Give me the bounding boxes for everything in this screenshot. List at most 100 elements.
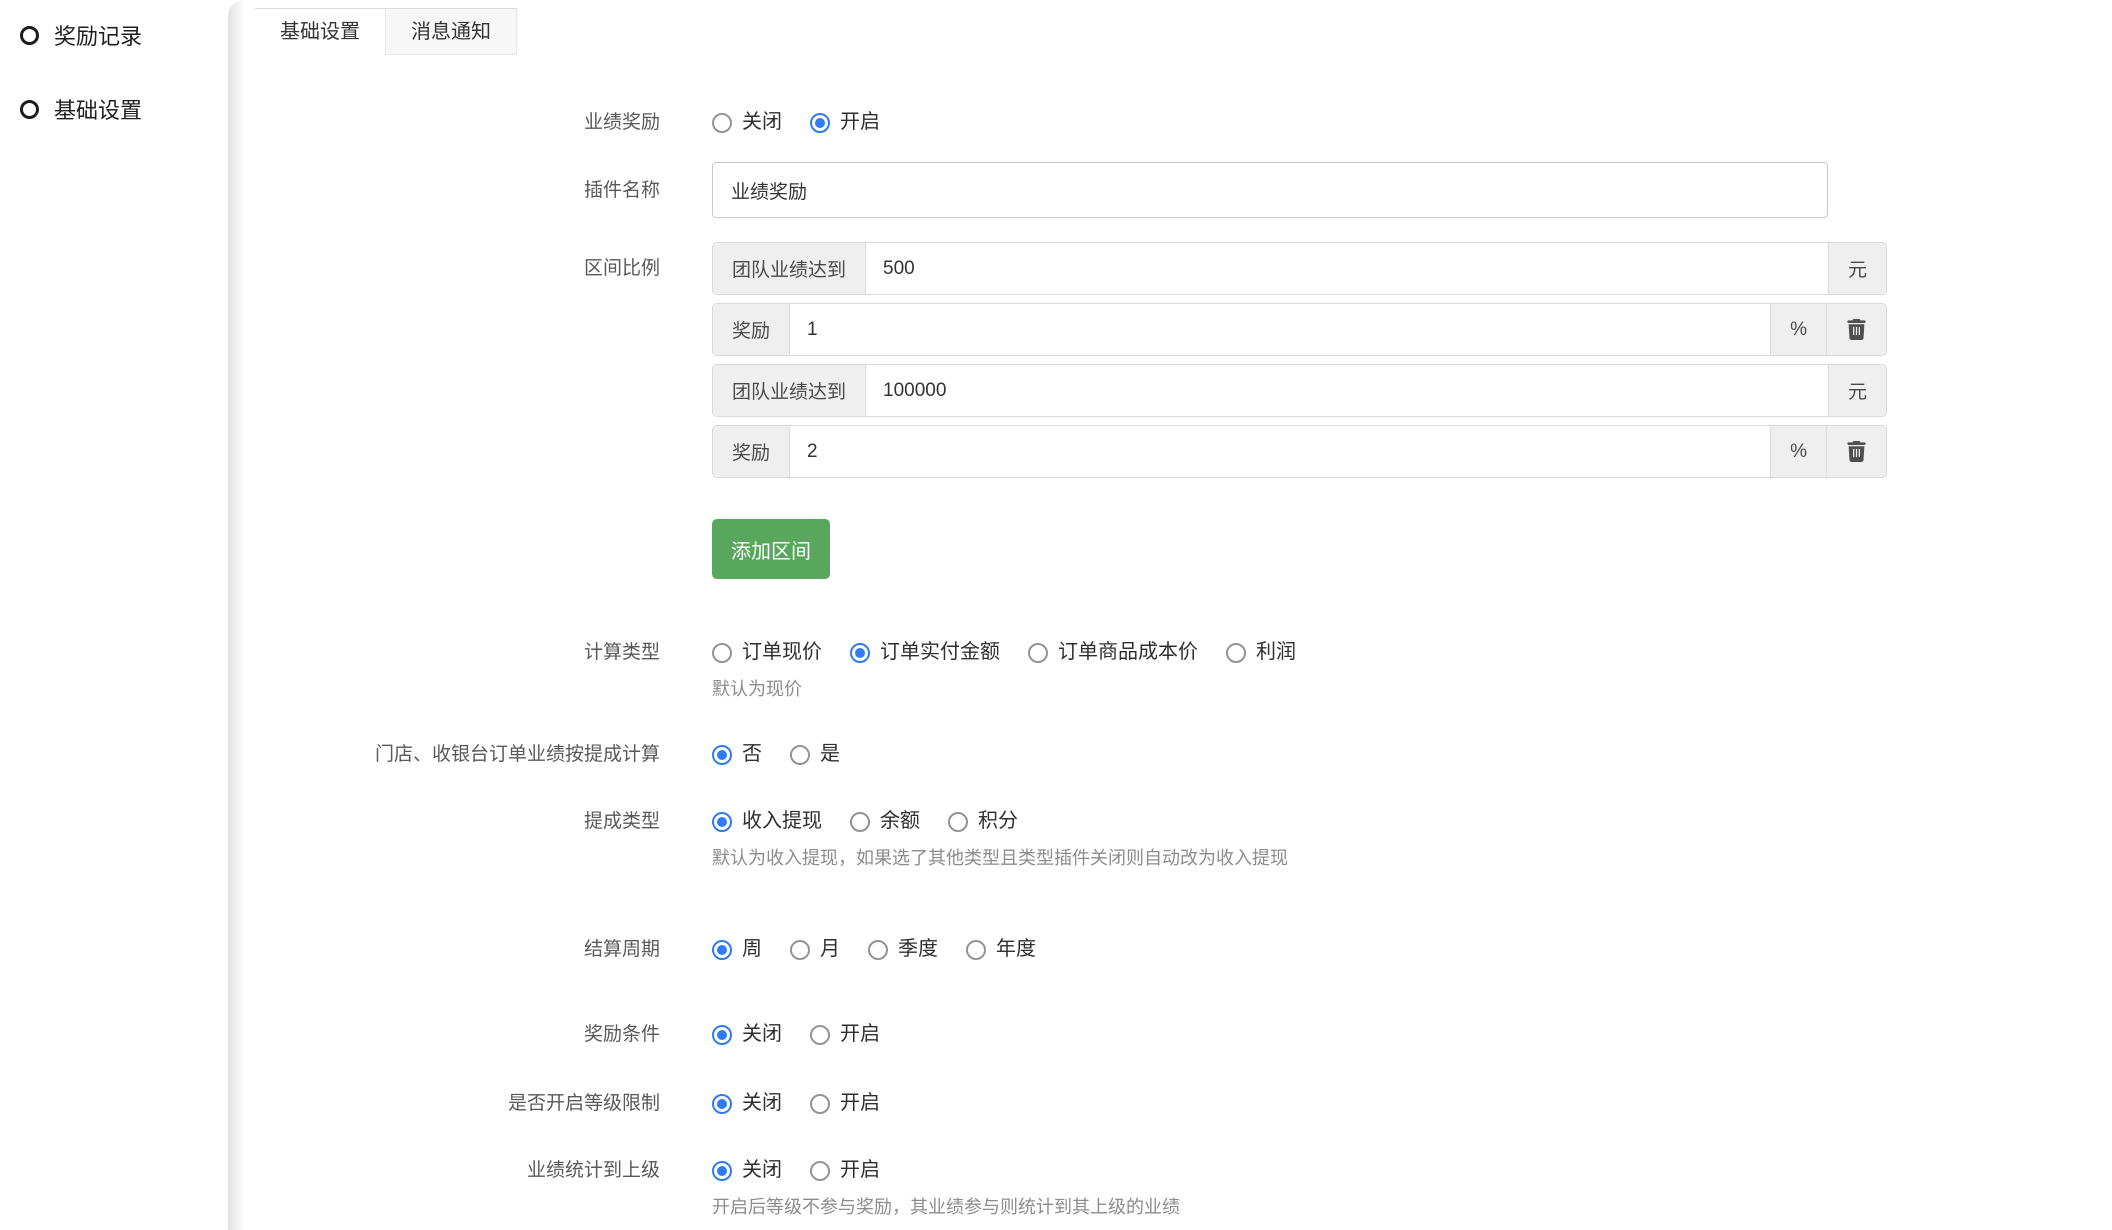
- radio-icon: [966, 940, 986, 960]
- tab-basic-settings[interactable]: 基础设置: [255, 9, 385, 55]
- plugin-name-input[interactable]: [712, 162, 1828, 218]
- tab-message-notify[interactable]: 消息通知: [385, 9, 517, 55]
- trash-icon: [1847, 441, 1866, 462]
- radio-label: 月: [820, 936, 840, 963]
- radio-label: 是: [820, 741, 840, 768]
- field-label: 业绩奖励: [228, 109, 660, 136]
- radio-label: 开启: [840, 1157, 880, 1184]
- field-label: 提成类型: [228, 808, 660, 835]
- radio-cycle-year[interactable]: 年度: [966, 936, 1036, 963]
- field-label: 是否开启等级限制: [228, 1090, 660, 1117]
- sidebar-item-label: 奖励记录: [54, 19, 142, 51]
- radio-reward-condition-off[interactable]: 关闭: [712, 1021, 782, 1048]
- radio-stats-to-parent-off[interactable]: 关闭: [712, 1157, 782, 1184]
- field-label: 结算周期: [228, 936, 660, 963]
- radio-label: 利润: [1256, 639, 1296, 666]
- addon-label: 团队业绩达到: [713, 365, 866, 416]
- radio-label: 周: [742, 936, 762, 963]
- interval-row-2: 奖励 %: [712, 303, 1887, 356]
- radio-level-limit-off[interactable]: 关闭: [712, 1090, 782, 1117]
- radio-icon: [712, 1161, 732, 1181]
- radio-icon: [1028, 643, 1048, 663]
- sidebar-item-basic-settings[interactable]: 基础设置: [20, 90, 228, 128]
- radio-level-limit-on[interactable]: 开启: [810, 1090, 880, 1117]
- sidebar-item-reward-records[interactable]: 奖励记录: [20, 16, 228, 54]
- radio-cycle-quarter[interactable]: 季度: [868, 936, 938, 963]
- radio-performance-reward-off[interactable]: 关闭: [712, 109, 782, 136]
- radio-commission-balance[interactable]: 余额: [850, 808, 920, 835]
- radio-label: 季度: [898, 936, 938, 963]
- circle-icon: [20, 26, 39, 45]
- page: 奖励记录 基础设置 基础设置 消息通知 业绩奖励 关闭: [0, 0, 2112, 1230]
- field-hint: 默认为收入提现，如果选了其他类型且类型插件关闭则自动改为收入提现: [712, 846, 1288, 870]
- radio-icon: [850, 643, 870, 663]
- addon-unit: %: [1770, 426, 1826, 477]
- radio-icon: [790, 940, 810, 960]
- radio-icon: [712, 643, 732, 663]
- radio-stats-to-parent-on[interactable]: 开启: [810, 1157, 880, 1184]
- radio-calc-original-price[interactable]: 订单现价: [712, 639, 822, 666]
- radio-label: 积分: [978, 808, 1018, 835]
- add-interval-button[interactable]: 添加区间: [712, 519, 830, 579]
- sidebar-item-label: 基础设置: [54, 93, 142, 125]
- field-label: 门店、收银台订单业绩按提成计算: [228, 741, 660, 768]
- radio-calc-cost-price[interactable]: 订单商品成本价: [1028, 639, 1198, 666]
- radio-label: 开启: [840, 1090, 880, 1117]
- radio-icon: [850, 812, 870, 832]
- addon-label: 奖励: [713, 426, 790, 477]
- interval-row-3: 团队业绩达到 元: [712, 364, 1887, 417]
- radio-icon: [810, 113, 830, 133]
- circle-icon: [20, 100, 39, 119]
- radio-icon: [712, 940, 732, 960]
- radio-label: 开启: [840, 1021, 880, 1048]
- radio-store-commission-no[interactable]: 否: [712, 741, 762, 768]
- row-performance-reward: 业绩奖励 关闭 开启: [228, 109, 2112, 136]
- radio-label: 关闭: [742, 1021, 782, 1048]
- reward-percent-input[interactable]: [790, 304, 1770, 355]
- radio-label: 订单现价: [742, 639, 822, 666]
- radio-label: 年度: [996, 936, 1036, 963]
- delete-interval-button[interactable]: [1826, 426, 1886, 477]
- interval-row-1: 团队业绩达到 元: [712, 242, 1887, 295]
- row-interval-ratio: 区间比例 团队业绩达到 元 奖励 %: [228, 242, 2112, 579]
- main-content: 基础设置 消息通知 业绩奖励 关闭 开启: [228, 0, 2112, 1230]
- radio-store-commission-yes[interactable]: 是: [790, 741, 840, 768]
- addon-unit: 元: [1828, 243, 1886, 294]
- addon-unit: 元: [1828, 365, 1886, 416]
- row-stats-to-parent: 业绩统计到上级 关闭 开启 开启后等级不参与奖励，其业绩参与则统计到其上级的业绩: [228, 1157, 2112, 1219]
- radio-label: 开启: [840, 109, 880, 136]
- reward-percent-input[interactable]: [790, 426, 1770, 477]
- field-hint: 开启后等级不参与奖励，其业绩参与则统计到其上级的业绩: [712, 1195, 1180, 1219]
- row-plugin-name: 插件名称: [228, 162, 2112, 218]
- row-reward-condition: 奖励条件 关闭 开启: [228, 1021, 2112, 1048]
- field-label: 插件名称: [228, 177, 660, 204]
- radio-icon: [1226, 643, 1246, 663]
- radio-label: 余额: [880, 808, 920, 835]
- settings-form: 业绩奖励 关闭 开启 插件名称: [228, 109, 2112, 1219]
- radio-label: 关闭: [742, 109, 782, 136]
- tabbar: 基础设置 消息通知: [255, 8, 517, 55]
- radio-cycle-week[interactable]: 周: [712, 936, 762, 963]
- radio-commission-points[interactable]: 积分: [948, 808, 1018, 835]
- interval-amount-input[interactable]: [866, 243, 1828, 294]
- radio-label: 关闭: [742, 1090, 782, 1117]
- radio-icon: [810, 1025, 830, 1045]
- addon-label: 团队业绩达到: [713, 243, 866, 294]
- radio-commission-income-withdraw[interactable]: 收入提现: [712, 808, 822, 835]
- row-commission-type: 提成类型 收入提现 余额 积分: [228, 808, 2112, 870]
- radio-calc-paid-amount[interactable]: 订单实付金额: [850, 639, 1000, 666]
- delete-interval-button[interactable]: [1826, 304, 1886, 355]
- radio-reward-condition-on[interactable]: 开启: [810, 1021, 880, 1048]
- radio-label: 否: [742, 741, 762, 768]
- radio-label: 收入提现: [742, 808, 822, 835]
- field-label: 计算类型: [228, 639, 660, 666]
- radio-icon: [712, 745, 732, 765]
- radio-icon: [810, 1161, 830, 1181]
- radio-label: 订单实付金额: [880, 639, 1000, 666]
- radio-calc-profit[interactable]: 利润: [1226, 639, 1296, 666]
- field-label: 奖励条件: [228, 1021, 660, 1048]
- radio-cycle-month[interactable]: 月: [790, 936, 840, 963]
- radio-performance-reward-on[interactable]: 开启: [810, 109, 880, 136]
- radio-icon: [712, 113, 732, 133]
- interval-amount-input[interactable]: [866, 365, 1828, 416]
